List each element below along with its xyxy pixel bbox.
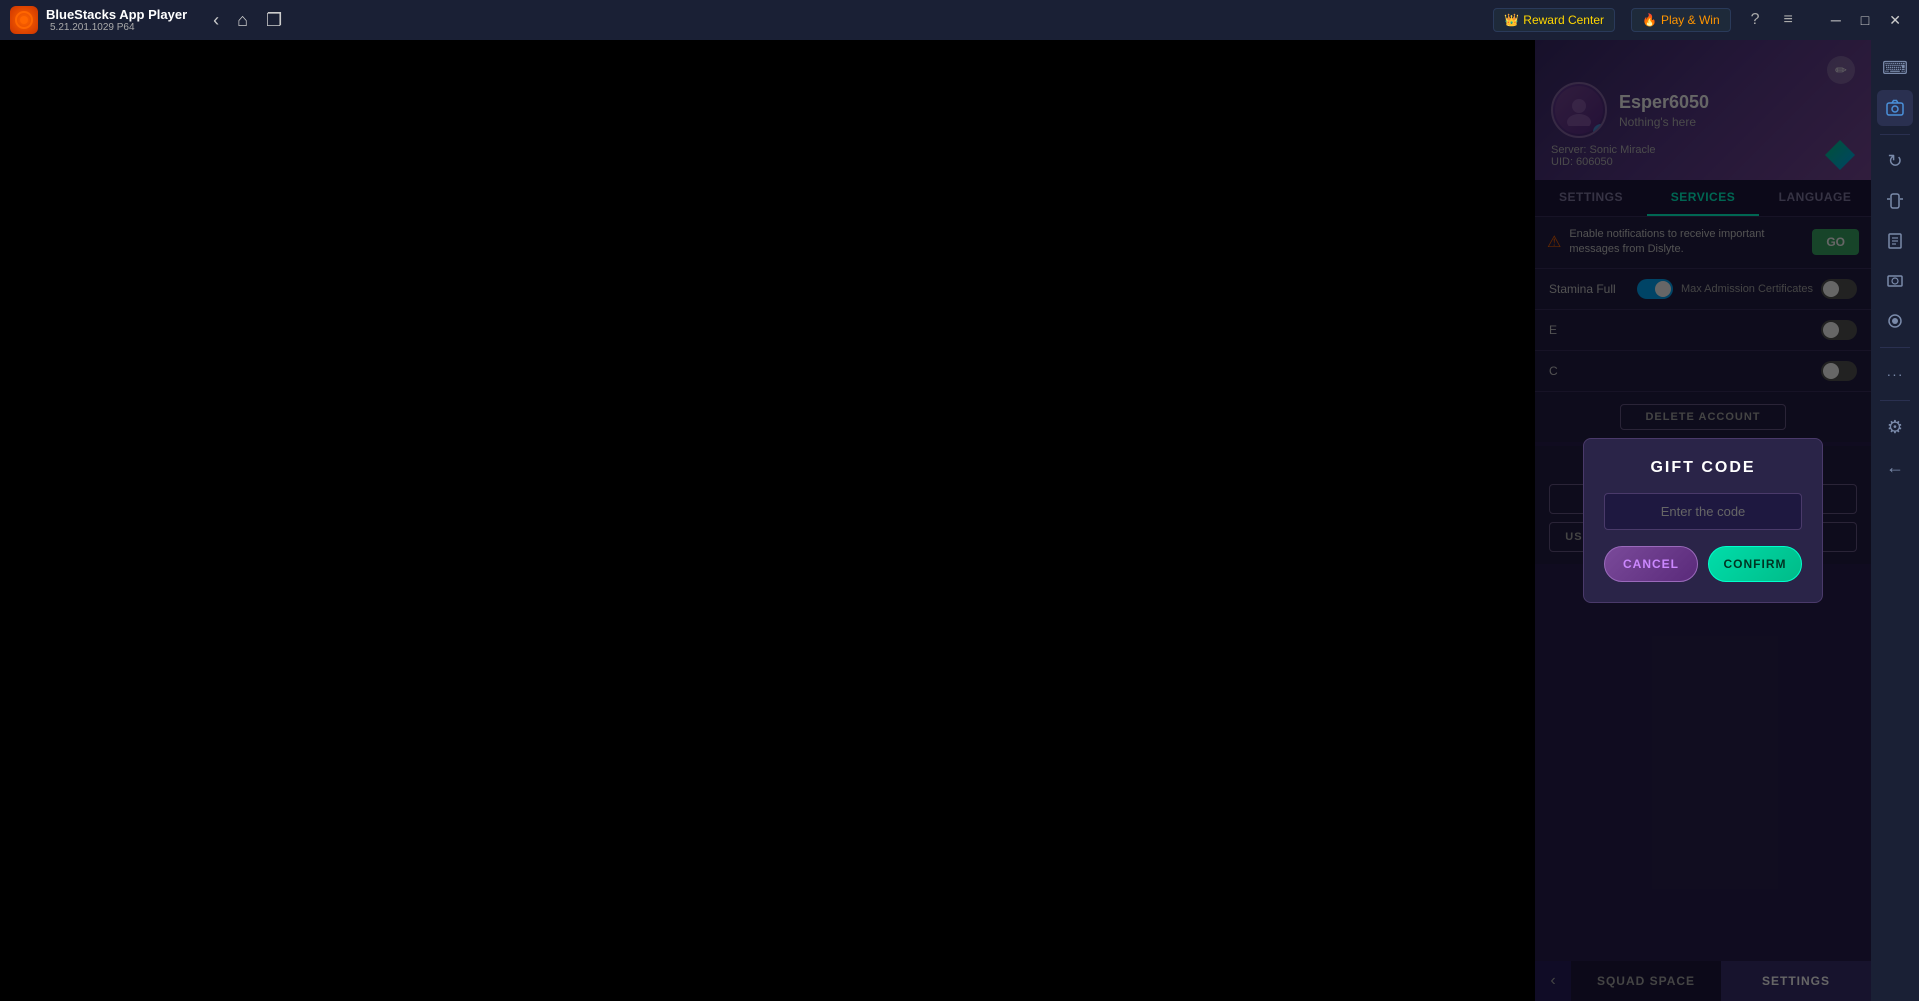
crown-icon: 👑: [1504, 13, 1519, 27]
fire-icon: 🔥: [1642, 13, 1657, 27]
app-screen: 8 Esper6050 Nothing's here ✏ Server: Son…: [1535, 40, 1871, 1001]
camera-icon[interactable]: [1877, 90, 1913, 126]
apk-icon[interactable]: [1877, 223, 1913, 259]
refresh-icon[interactable]: ↻: [1877, 143, 1913, 179]
close-button[interactable]: ✕: [1881, 8, 1909, 33]
keyboard-icon[interactable]: ⌨: [1877, 50, 1913, 86]
menu-button[interactable]: ≡: [1780, 7, 1797, 33]
more-icon[interactable]: ···: [1877, 356, 1913, 392]
settings-icon[interactable]: ⚙: [1877, 409, 1913, 445]
help-button[interactable]: ?: [1747, 7, 1764, 33]
home-button[interactable]: ⌂: [231, 8, 254, 33]
sidebar-separator-2: [1880, 347, 1910, 348]
dialog-title: GIFT CODE: [1604, 459, 1802, 477]
left-area: [0, 40, 1535, 1001]
gift-code-dialog: GIFT CODE CANCEL CONFIRM: [1583, 438, 1823, 603]
screenshot-icon[interactable]: [1877, 263, 1913, 299]
reward-center-button[interactable]: 👑 Reward Center: [1493, 8, 1615, 32]
play-win-button[interactable]: 🔥 Play & Win: [1631, 8, 1731, 32]
maximize-button[interactable]: □: [1853, 8, 1877, 33]
nav-controls: ‹ ⌂ ❐: [207, 8, 288, 33]
app-version: 5.21.201.1029 P64: [50, 22, 187, 33]
back-button[interactable]: ‹: [207, 8, 225, 33]
multi-button[interactable]: ❐: [260, 8, 288, 33]
title-bar-right: 👑 Reward Center 🔥 Play & Win ? ≡ ─ □ ✕: [1493, 7, 1909, 33]
record-icon[interactable]: [1877, 303, 1913, 339]
cancel-button[interactable]: CANCEL: [1604, 546, 1698, 582]
collapse-icon[interactable]: ←: [1877, 449, 1913, 485]
dialog-buttons: CANCEL CONFIRM: [1604, 546, 1802, 582]
confirm-button[interactable]: CONFIRM: [1708, 546, 1802, 582]
app-logo: [10, 6, 38, 34]
shake-icon[interactable]: [1877, 183, 1913, 219]
gift-code-input[interactable]: [1604, 493, 1802, 530]
sidebar-separator-3: [1880, 400, 1910, 401]
window-controls: ─ □ ✕: [1823, 8, 1909, 33]
play-win-label: Play & Win: [1661, 13, 1720, 27]
dialog-overlay: GIFT CODE CANCEL CONFIRM: [1535, 40, 1871, 1001]
sidebar-separator-1: [1880, 134, 1910, 135]
main-content: 8 Esper6050 Nothing's here ✏ Server: Son…: [0, 40, 1919, 1001]
right-sidebar: ⌨ ↻: [1871, 40, 1919, 1001]
title-bar: BlueStacks App Player 5.21.201.1029 P64 …: [0, 0, 1919, 40]
minimize-button[interactable]: ─: [1823, 8, 1849, 33]
reward-center-label: Reward Center: [1523, 13, 1604, 27]
app-name: BlueStacks App Player: [46, 7, 187, 22]
